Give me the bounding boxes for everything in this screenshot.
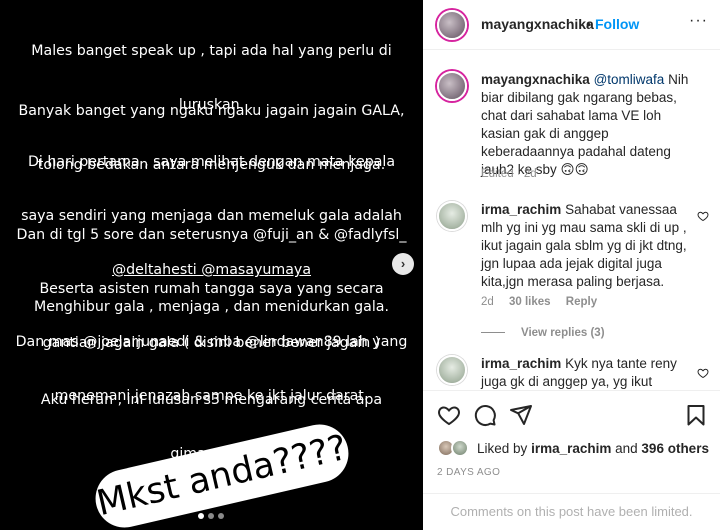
liker-avatar[interactable]: [451, 439, 469, 457]
carousel-dots: [198, 513, 224, 519]
comment-likes[interactable]: 30 likes: [509, 296, 551, 308]
likes-count[interactable]: 396 others: [641, 441, 709, 456]
comments-list[interactable]: mayangxnachika @tomliwafa Nih biar dibil…: [423, 51, 720, 390]
view-replies-button[interactable]: View replies (3): [481, 327, 605, 339]
replies-divider: [481, 332, 505, 334]
story-line: Males banget speak up , tapi ada hal yan…: [31, 43, 392, 59]
carousel-dot: [208, 513, 214, 519]
comment-text: irma_rachim Sahabat vanessaa mlh yg ini …: [481, 201, 696, 291]
header-separator: •: [586, 16, 591, 32]
comment-mention[interactable]: @tomliwafa: [594, 72, 665, 87]
commenter-avatar[interactable]: [437, 355, 467, 385]
liked-by-text: Liked by irma_rachim and 396 others: [477, 441, 709, 456]
like-comment-heart-icon[interactable]: [697, 210, 709, 222]
liked-by-user[interactable]: irma_rachim: [531, 441, 611, 456]
post-date[interactable]: 2 DAYS AGO: [437, 467, 500, 478]
commenter-avatar[interactable]: [437, 71, 467, 101]
view-replies-label: View replies (3): [521, 327, 605, 339]
commenter-username[interactable]: irma_rachim: [481, 202, 561, 217]
like-heart-icon[interactable]: [437, 403, 461, 427]
like-comment-heart-icon[interactable]: [697, 367, 709, 379]
story-line: Dan di tgl 5 sore dan seterusnya @fuji_a…: [16, 227, 407, 243]
comments-limited-notice: Comments on this post have been limited.: [423, 493, 720, 530]
chevron-right-icon: ›: [400, 256, 406, 271]
story-line: Dan mas @joelarjunaedi & mba @lindawan89…: [15, 334, 408, 350]
share-paper-plane-icon[interactable]: [509, 403, 533, 427]
liked-by-joiner: and: [615, 441, 638, 456]
story-line: Aku heran , ini lulusan s3 mengarang cer…: [40, 392, 383, 408]
save-bookmark-icon[interactable]: [684, 403, 708, 427]
comment-text: mayangxnachika @tomliwafa Nih biar dibil…: [481, 71, 696, 179]
comment-text: irma_rachim Kyk nya tante reny juga gk d…: [481, 355, 696, 390]
comment-body: Nih biar dibilang gak ngarang bebas, cha…: [481, 72, 689, 177]
comment-age: 2d: [481, 296, 494, 308]
more-options-icon[interactable]: ···: [689, 12, 708, 30]
author-username[interactable]: mayangxnachika: [481, 16, 594, 32]
post-actions: Liked by irma_rachim and 396 others 2 DA…: [423, 390, 720, 530]
follow-button[interactable]: Follow: [595, 16, 639, 32]
post-media[interactable]: Males banget speak up , tapi ada hal yan…: [0, 0, 423, 530]
story-line: Di hari pertama , saya melihat dengan ma…: [27, 154, 396, 170]
next-slide-button[interactable]: ›: [392, 253, 414, 275]
carousel-dot-active: [198, 513, 204, 519]
author-avatar[interactable]: [437, 10, 467, 40]
reply-button[interactable]: Reply: [566, 296, 597, 308]
comment-bubble-icon[interactable]: [473, 403, 497, 427]
comment-meta: Edited · 2d: [481, 168, 537, 180]
commenter-username[interactable]: irma_rachim: [481, 356, 561, 371]
post-sidebar: mayangxnachika • Follow ··· mayangxnachi…: [423, 0, 720, 530]
comment-meta: 2d 30 likes Reply: [481, 296, 597, 308]
liked-by-row: Liked by irma_rachim and 396 others: [437, 439, 717, 461]
carousel-dot: [218, 513, 224, 519]
commenter-avatar[interactable]: [437, 201, 467, 231]
commenter-username[interactable]: mayangxnachika: [481, 72, 590, 87]
liked-by-prefix: Liked by: [477, 441, 528, 456]
post-header: mayangxnachika • Follow ···: [423, 0, 720, 50]
